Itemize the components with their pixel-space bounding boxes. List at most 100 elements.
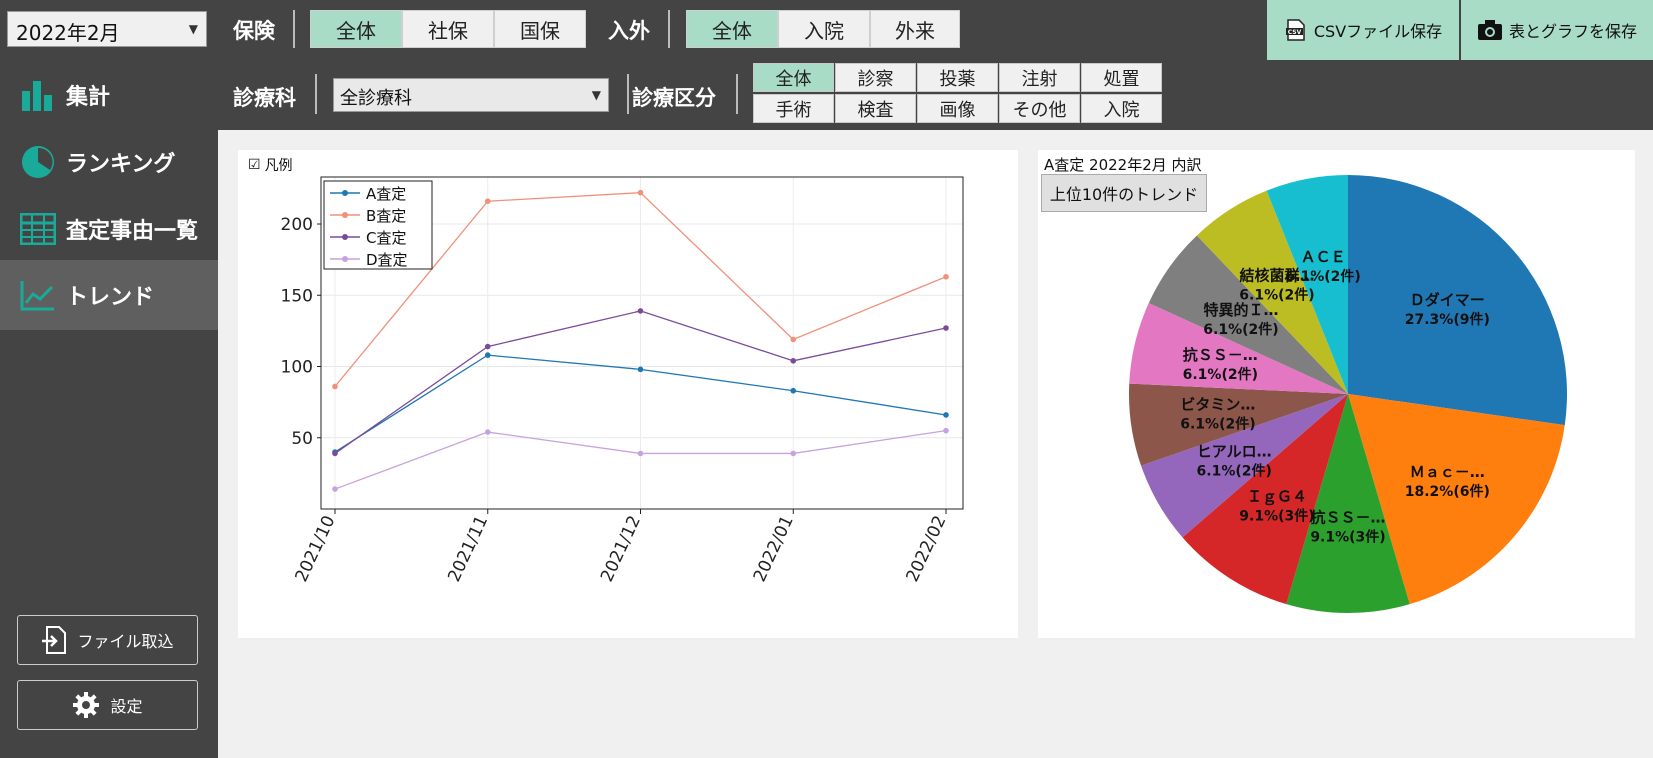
dept-label: 診療科	[233, 86, 296, 110]
data-point	[790, 450, 797, 457]
inout-label: 入外	[608, 19, 650, 43]
inout-outpatient-button[interactable]: 外来	[870, 10, 960, 48]
category-shujutsu-button[interactable]: 手術	[753, 94, 834, 123]
data-point	[790, 387, 797, 394]
line-chart-panel: ☑ 凡例 50 100 150 200 2021/10 2021/11 2021/12 202…	[238, 150, 1018, 638]
data-point	[484, 343, 491, 350]
slice-percent: 6.1%(2件)	[1183, 366, 1258, 383]
data-point	[790, 358, 797, 364]
legend-toggle-label: 凡例	[264, 158, 293, 174]
slice-percent: 6.1%(2件)	[1203, 321, 1278, 338]
settings-label: 設定	[110, 697, 143, 716]
data-point	[943, 273, 949, 280]
gear-icon	[73, 692, 100, 718]
main-content: ☑ 凡例 50 100 150 200 2021/10 2021/11 2021/12 202…	[218, 130, 1653, 758]
sidebar-item-ranking[interactable]: ランキング	[0, 127, 218, 197]
top10-trend-button[interactable]: 上位10件のトレンド	[1041, 174, 1207, 212]
pie-title: A査定 2022年2月 内訳	[1044, 156, 1202, 174]
y-tick-label: 200	[281, 215, 313, 235]
category-all-button[interactable]: 全体	[753, 63, 834, 92]
sidebar-item-reasons[interactable]: 査定事由一覧	[0, 194, 218, 264]
category-touyaku-button[interactable]: 投薬	[917, 63, 998, 92]
table-icon	[20, 213, 56, 245]
legend-marker	[342, 234, 348, 240]
category-gazou-button[interactable]: 画像	[917, 94, 998, 123]
checkbox-checked-icon: ☑	[248, 157, 261, 173]
settings-button[interactable]: 設定	[17, 680, 198, 730]
month-value: 2022年2月	[16, 21, 120, 45]
pie-chart: Ｄダイマー27.3%(9件)Ｍａｃ－…18.2%(6件)抗ＳＳ－…9.1%(3件…	[1129, 175, 1567, 613]
data-point	[943, 325, 949, 331]
data-point	[484, 429, 491, 435]
sidebar-item-label: 査定事由一覧	[66, 219, 199, 244]
x-tick-label: 2021/10	[292, 513, 340, 585]
sidebar-item-trend[interactable]: トレンド	[0, 260, 218, 330]
slice-label: 特異的Ｉ…	[1203, 301, 1278, 319]
inout-inpatient-button[interactable]: 入院	[778, 10, 870, 48]
file-import-icon	[42, 626, 67, 654]
month-select[interactable]: 2022年2月 ▼	[7, 11, 207, 47]
data-point	[943, 412, 949, 418]
x-tick-label: 2022/01	[750, 513, 798, 585]
data-point	[484, 352, 491, 358]
category-nyuin-button[interactable]: 入院	[1081, 94, 1162, 123]
save-image-button[interactable]: 表とグラフを保存	[1461, 0, 1653, 60]
csv-save-label: CSVファイル保存	[1313, 22, 1443, 41]
dept-select[interactable]: 全診療科 ▼	[333, 78, 609, 112]
y-tick-label: 50	[291, 429, 313, 449]
chart-legend: A査定 B査定 C査定 D査定	[323, 180, 433, 270]
file-import-label: ファイル取込	[77, 632, 174, 651]
slice-percent: 6.1%(2件)	[1285, 268, 1360, 285]
csv-save-button[interactable]: CSV CSVファイル保存	[1267, 0, 1459, 60]
slice-label: 抗ＳＳ－…	[1183, 346, 1258, 364]
legend-label: A査定	[366, 185, 406, 203]
slice-percent: 6.1%(2件)	[1197, 463, 1272, 480]
divider	[668, 10, 670, 48]
category-shochi-button[interactable]: 処置	[1081, 63, 1162, 92]
data-point	[637, 189, 644, 196]
slice-label: ＩｇＧ４	[1247, 488, 1307, 507]
slice-percent: 9.1%(3件)	[1310, 528, 1385, 545]
divider	[315, 74, 317, 114]
y-tick-label: 150	[281, 286, 313, 306]
insurance-all-button[interactable]: 全体	[310, 10, 402, 48]
file-import-button[interactable]: ファイル取込	[17, 615, 198, 665]
dept-value: 全診療科	[340, 88, 412, 109]
divider	[736, 74, 738, 114]
slice-label: ヒアルロ…	[1197, 443, 1272, 461]
category-shinsatsu-button[interactable]: 診察	[835, 63, 916, 92]
data-point	[484, 198, 491, 205]
data-point	[332, 383, 338, 390]
bar-chart-icon	[22, 81, 52, 111]
slice-label: ビタミン…	[1180, 396, 1255, 414]
category-kensa-button[interactable]: 検査	[835, 94, 916, 123]
pie-icon	[22, 146, 54, 178]
data-point	[637, 450, 644, 457]
sidebar-item-label: トレンド	[66, 285, 155, 310]
sidebar-item-summary[interactable]: 集計	[0, 60, 218, 130]
data-point	[637, 366, 644, 373]
legend-marker	[342, 212, 348, 218]
slice-label: ＡＣＥ	[1301, 248, 1346, 266]
slice-label: Ｍａｃ－…	[1410, 463, 1485, 481]
category-chusha-button[interactable]: 注射	[999, 63, 1080, 92]
category-other-button[interactable]: その他	[999, 94, 1080, 123]
slice-percent: 6.1%(2件)	[1239, 286, 1314, 303]
insurance-kokuho-button[interactable]: 国保	[494, 10, 586, 48]
slice-percent: 6.1%(2件)	[1180, 416, 1255, 433]
camera-icon	[1477, 20, 1502, 40]
save-image-label: 表とグラフを保存	[1508, 22, 1637, 41]
x-tick-label: 2022/02	[903, 513, 951, 585]
pie-chart-panel: Ｄダイマー 27.3%(9件) Ｍａｃ－… 18.2%(6件) 抗ＳＳ－… 9.1%(3件…	[1038, 150, 1635, 638]
csv-file-icon: CSV	[1285, 19, 1305, 41]
line-chart: 50 100 150 200 2021/10 2021/11 2021/12 2022/01 2…	[281, 176, 964, 585]
data-point	[332, 450, 338, 457]
inout-all-button[interactable]: 全体	[686, 10, 778, 48]
slice-percent: 27.3%(9件)	[1405, 311, 1490, 328]
insurance-shaho-button[interactable]: 社保	[402, 10, 494, 48]
insurance-label: 保険	[233, 19, 275, 43]
slice-label: Ｄダイマー	[1410, 291, 1485, 309]
slice-percent: 9.1%(3件)	[1239, 508, 1314, 525]
legend-toggle[interactable]: ☑ 凡例	[248, 155, 293, 175]
category-label: 診療区分	[632, 86, 716, 110]
